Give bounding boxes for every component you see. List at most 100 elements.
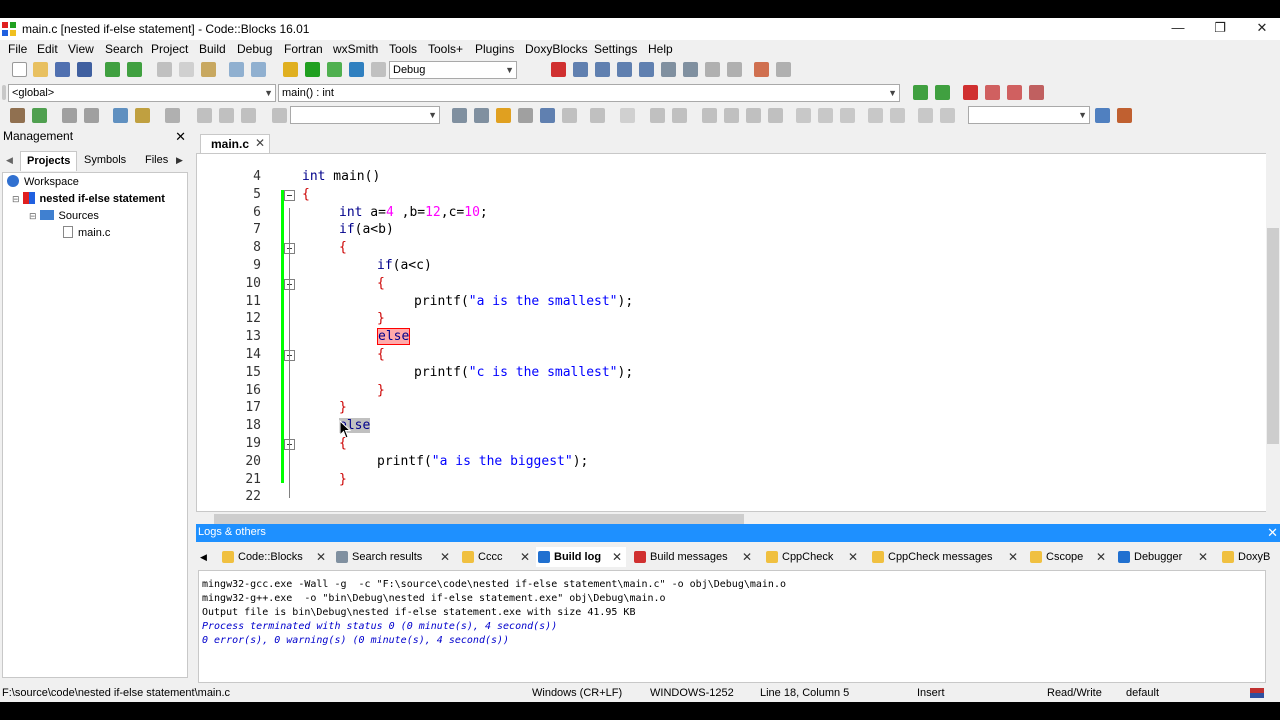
highlight-icon[interactable] [496,108,511,123]
regex-icon[interactable] [540,108,555,123]
code-line[interactable]: printf("a is the biggest"); [377,454,588,469]
toggle-bookmark-icon[interactable] [963,85,978,100]
abort-icon[interactable] [371,62,386,77]
layout-d-icon[interactable] [702,108,717,123]
editor-tab-main-c[interactable]: main.c ✕ [200,134,270,154]
close-icon[interactable]: ✕ [520,547,530,567]
search-next-icon[interactable] [474,108,489,123]
layout-c-icon[interactable] [672,108,687,123]
step-out-icon[interactable] [639,62,654,77]
menu-search[interactable]: Search [105,42,143,56]
c-icon[interactable] [940,108,955,123]
code-line[interactable]: } [339,472,347,487]
debug-info-icon[interactable] [776,62,791,77]
clear-icon[interactable] [272,108,287,123]
step-into-icon[interactable] [617,62,632,77]
code-line[interactable]: { [377,276,385,291]
zoom-out-icon[interactable] [890,108,905,123]
log-tab-cppcheck-messages[interactable]: CppCheck messages ✕ [870,547,1020,567]
menu-edit[interactable]: Edit [37,42,58,56]
prev-bookmark-icon[interactable] [985,85,1000,100]
search-icon[interactable] [1095,108,1110,123]
doxyblocks-help-icon[interactable] [135,108,150,123]
copy-icon[interactable] [179,62,194,77]
menu-project[interactable]: Project [151,42,188,56]
close-icon[interactable]: ✕ [612,547,622,567]
menu-help[interactable]: Help [648,42,673,56]
tree-workspace[interactable]: Workspace [7,174,79,190]
log-tab-search-results[interactable]: Search results ✕ [334,547,452,567]
comment-line-icon[interactable] [84,108,99,123]
build-log-output[interactable]: mingw32-gcc.exe -Wall -g -c "F:\source\c… [198,570,1266,683]
layout-e-icon[interactable] [724,108,739,123]
log-tab-scroll-left-icon[interactable]: ◀ [196,547,207,567]
save-icon[interactable] [55,62,70,77]
wrench-icon[interactable] [165,108,180,123]
menu-fortran[interactable]: Fortran [284,42,323,56]
settings-wrench-icon[interactable] [1117,108,1132,123]
menu-wxsmith[interactable]: wxSmith [333,42,378,56]
zoom-in-icon[interactable] [868,108,883,123]
log-tab-debugger[interactable]: Debugger ✕ [1116,547,1210,567]
code-line[interactable]: printf("c is the smallest"); [414,365,633,380]
tab-scroll-right-icon[interactable]: ▶ [170,151,189,171]
close-icon[interactable]: ✕ [1096,547,1106,567]
menu-settings[interactable]: Settings [594,42,637,56]
layout-j-icon[interactable] [840,108,855,123]
comment-block-icon[interactable] [62,108,77,123]
log-tab-cppcheck[interactable]: CppCheck ✕ [764,547,860,567]
replace-icon[interactable] [251,62,266,77]
log-tab-build-messages[interactable]: Build messages ✕ [632,547,754,567]
code-line[interactable]: { [377,347,385,362]
redo-icon[interactable] [127,62,142,77]
menu-plugins[interactable]: Plugins [475,42,514,56]
code-line[interactable]: } [339,400,347,415]
code-line[interactable]: else [377,328,411,346]
log-tab-cccc[interactable]: Cccc ✕ [460,547,532,567]
undo-icon[interactable] [105,62,120,77]
function-select[interactable]: main() : int ▼ [278,84,900,102]
new-file-icon[interactable] [12,62,27,77]
fold-toggle-icon[interactable] [284,189,295,201]
code-line[interactable]: int a=4 ,b=12,c=10; [339,205,488,220]
search-prev-icon[interactable] [452,108,467,123]
layout-b-icon[interactable] [650,108,665,123]
menu-file[interactable]: File [8,42,27,56]
tree-file-main-c[interactable]: main.c [63,225,110,241]
menu-tools-plus[interactable]: Tools+ [428,42,463,56]
scope-select[interactable]: <global> ▼ [8,84,276,102]
open-file-icon[interactable] [33,62,48,77]
close-window-icon[interactable]: ✕ [1240,18,1280,40]
minimize-icon[interactable]: — [1156,18,1200,40]
menu-debug[interactable]: Debug [237,42,272,56]
debug-run-icon[interactable] [551,62,566,77]
next-bookmark-icon[interactable] [1007,85,1022,100]
code-line[interactable]: { [339,240,347,255]
editor-horizontal-scroll-thumb[interactable] [214,514,744,524]
symbol-search-input[interactable]: ▼ [968,106,1090,124]
code-line[interactable]: if(a<c) [377,258,432,273]
debug-windows-icon[interactable] [754,62,769,77]
code-line[interactable]: } [377,383,385,398]
log-tab-build-log[interactable]: Build log ✕ [536,547,626,567]
doxyblocks-run-icon[interactable] [113,108,128,123]
back-arrow-icon[interactable] [197,108,212,123]
code-editor[interactable]: 4 int main() 5 {6 int a=4 ,b=12,c=10; 7 if(a<b… [196,153,1280,512]
stop-debug-icon[interactable] [727,62,742,77]
close-icon[interactable]: ✕ [742,547,752,567]
clear-bookmarks-icon[interactable] [1029,85,1044,100]
tab-scroll-left-icon[interactable]: ◀ [0,151,19,171]
code-line[interactable]: printf("a is the smallest"); [414,294,633,309]
build-target-select[interactable]: Debug ▼ [389,61,517,79]
code-line[interactable]: { [302,187,310,202]
s-icon[interactable] [918,108,933,123]
editor-vertical-scroll-thumb[interactable] [1267,228,1279,444]
close-icon[interactable]: ✕ [848,547,858,567]
save-all-icon[interactable] [77,62,92,77]
close-icon[interactable]: ✕ [175,128,186,145]
close-icon[interactable]: ✕ [440,547,450,567]
log-tab-cscope[interactable]: Cscope ✕ [1028,547,1108,567]
match-icon[interactable] [562,108,577,123]
log-tab-codeblocks[interactable]: Code::Blocks ✕ [220,547,328,567]
close-icon[interactable]: ✕ [1267,524,1278,541]
